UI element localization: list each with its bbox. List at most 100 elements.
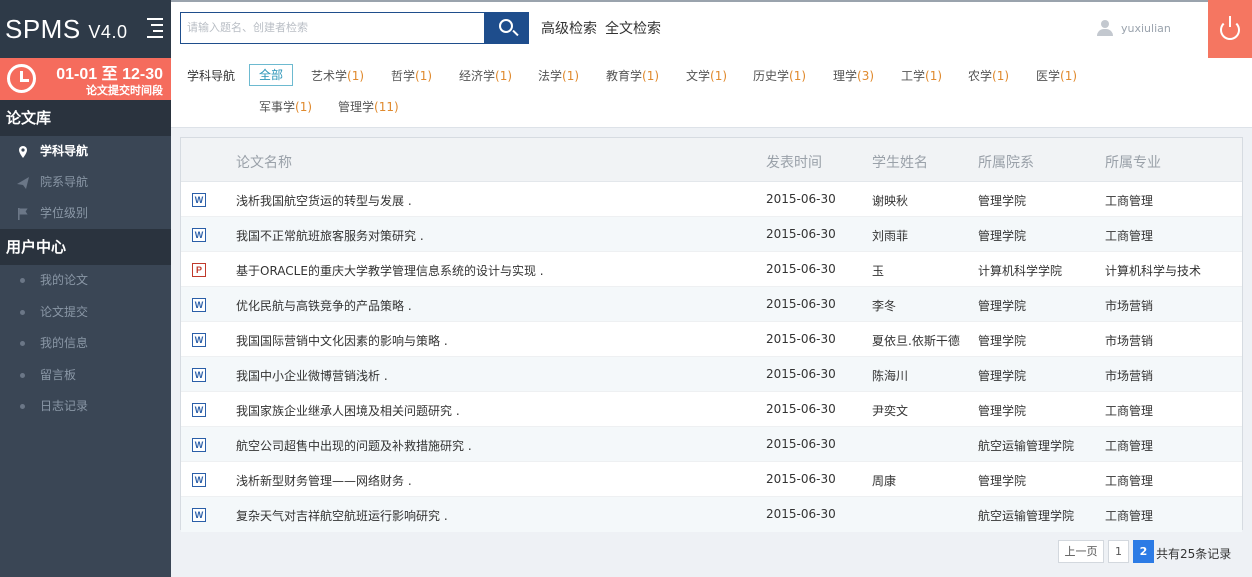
user-avatar-icon <box>1097 20 1113 36</box>
app-logo: SPMS V4.0 <box>5 14 128 44</box>
period-range: 01-01 至 12-30 <box>56 66 163 83</box>
table-row[interactable]: W 我国家族企业继承人困境及相关问题研究 . 2015-06-30 尹奕文 管理… <box>181 392 1242 427</box>
page-2-button[interactable]: 2 <box>1133 540 1154 563</box>
paper-title-link[interactable]: 我国不正常航班旅客服务对策研究 . <box>236 227 424 244</box>
username[interactable]: yuxiulian <box>1121 22 1171 35</box>
sidebar-item-label: 我的信息 <box>40 336 89 350</box>
advanced-search-link[interactable]: 高级检索 <box>541 18 597 38</box>
clock-icon <box>7 64 36 93</box>
department: 管理学院 <box>978 299 1027 313</box>
ppt-doc-icon: P <box>192 263 206 277</box>
filter-subject[interactable]: 文学(1) <box>686 67 727 84</box>
period-label: 论文提交时间段 <box>86 84 163 97</box>
column-header-title[interactable]: 论文名称 <box>236 152 292 172</box>
major: 市场营销 <box>1105 299 1154 313</box>
sidebar-item-my-papers[interactable]: 我的论文 <box>0 265 171 297</box>
major: 市场营销 <box>1105 334 1154 348</box>
student-name: 玉 <box>872 264 885 278</box>
paper-date: 2015-06-30 <box>766 192 836 206</box>
sidebar-item-label: 论文提交 <box>40 304 89 319</box>
filter-subject[interactable]: 经济学(1) <box>459 67 512 84</box>
total-records: 共有25条记录 <box>1156 547 1232 561</box>
table-header: 论文名称 发表时间 学生姓名 所属院系 所属专业 <box>181 138 1242 182</box>
sidebar-item-submit-paper[interactable]: 论文提交 <box>0 297 171 329</box>
page-1-button[interactable]: 1 <box>1108 540 1129 563</box>
paper-date: 2015-06-30 <box>766 297 836 311</box>
bullet-icon <box>20 309 25 315</box>
table-row[interactable]: W 我国中小企业微博营销浅析 . 2015-06-30 陈海川 管理学院 市场营… <box>181 357 1242 392</box>
department: 计算机科学学院 <box>978 264 1063 278</box>
subject-filter: 学科导航 全部 艺术学(1) 哲学(1) 经济学(1) 法学(1) 教育学(1)… <box>171 58 1252 128</box>
prev-page-button[interactable]: 上一页 <box>1058 540 1104 563</box>
major: 工商管理 <box>1105 194 1154 208</box>
section-library: 论文库 <box>0 100 171 136</box>
search-input[interactable]: 请输入题名、创建者检索 <box>180 12 485 44</box>
word-doc-icon: W <box>192 438 206 452</box>
filter-subject[interactable]: 法学(1) <box>538 67 579 84</box>
sidebar-item-dept-nav[interactable]: 院系导航 <box>0 167 171 198</box>
paper-title-link[interactable]: 我国中小企业微博营销浅析 . <box>236 367 388 384</box>
table-row[interactable]: W 浅析新型财务管理——网络财务 . 2015-06-30 周康 管理学院 工商… <box>181 462 1242 497</box>
sidebar-item-subject-nav[interactable]: 学科导航 <box>0 136 171 167</box>
filter-all-chip[interactable]: 全部 <box>249 64 293 86</box>
fulltext-search-link[interactable]: 全文检索 <box>605 18 661 38</box>
filter-subject[interactable]: 教育学(1) <box>606 67 659 84</box>
paper-title-link[interactable]: 复杂天气对吉祥航空航班运行影响研究 . <box>236 507 448 524</box>
paper-date: 2015-06-30 <box>766 437 836 451</box>
filter-subject[interactable]: 农学(1) <box>968 67 1009 84</box>
student-name: 李冬 <box>872 299 897 313</box>
paper-title-link[interactable]: 我国国际营销中文化因素的影响与策略 . <box>236 332 448 349</box>
major: 工商管理 <box>1105 404 1154 418</box>
sidebar-item-log-records[interactable]: 日志记录 <box>0 391 171 423</box>
table-row[interactable]: W 复杂天气对吉祥航空航班运行影响研究 . 2015-06-30 航空运输管理学… <box>181 497 1242 532</box>
submission-period: 01-01 至 12-30 论文提交时间段 <box>0 58 171 100</box>
column-header-student[interactable]: 学生姓名 <box>872 152 928 172</box>
student-name: 陈海川 <box>872 369 909 383</box>
sidebar-item-degree-level[interactable]: 学位级别 <box>0 198 171 229</box>
department: 管理学院 <box>978 334 1027 348</box>
sidebar: SPMS V4.0 01-01 至 12-30 论文提交时间段 论文库 学科导航… <box>0 0 171 577</box>
major: 计算机科学与技术 <box>1105 264 1202 278</box>
table-row[interactable]: W 我国国际营销中文化因素的影响与策略 . 2015-06-30 夏依旦.依斯干… <box>181 322 1242 357</box>
search-icon <box>499 19 513 33</box>
table-row[interactable]: W 航空公司超售中出现的问题及补救措施研究 . 2015-06-30 航空运输管… <box>181 427 1242 462</box>
paper-title-link[interactable]: 我国家族企业继承人困境及相关问题研究 . <box>236 402 460 419</box>
department: 航空运输管理学院 <box>978 509 1075 523</box>
column-header-major[interactable]: 所属专业 <box>1105 152 1161 172</box>
search-button[interactable] <box>485 12 529 44</box>
paper-title-link[interactable]: 优化民航与高铁竞争的产品策略 . <box>236 297 412 314</box>
paper-title-link[interactable]: 基于ORACLE的重庆大学教学管理信息系统的设计与实现 . <box>236 262 544 279</box>
bullet-icon <box>20 372 25 378</box>
sidebar-item-label: 留言板 <box>40 367 77 382</box>
topbar: 请输入题名、创建者检索 高级检索 全文检索 yuxiulian <box>171 0 1252 60</box>
bullet-icon <box>20 278 25 283</box>
paper-date: 2015-06-30 <box>766 472 836 486</box>
table-row[interactable]: W 优化民航与高铁竞争的产品策略 . 2015-06-30 李冬 管理学院 市场… <box>181 287 1242 322</box>
filter-subject[interactable]: 哲学(1) <box>391 67 432 84</box>
sidebar-item-label: 我的论文 <box>40 273 89 287</box>
filter-subject[interactable]: 军事学(1) <box>259 98 312 115</box>
column-header-dept[interactable]: 所属院系 <box>978 152 1034 172</box>
filter-subject[interactable]: 理学(3) <box>833 67 874 84</box>
paper-title-link[interactable]: 浅析我国航空货运的转型与发展 . <box>236 192 412 209</box>
table-row[interactable]: P 基于ORACLE的重庆大学教学管理信息系统的设计与实现 . 2015-06-… <box>181 252 1242 287</box>
sidebar-item-my-info[interactable]: 我的信息 <box>0 328 171 360</box>
filter-subject[interactable]: 艺术学(1) <box>311 67 364 84</box>
brand: SPMS V4.0 <box>0 0 171 58</box>
paper-title-link[interactable]: 航空公司超售中出现的问题及补救措施研究 . <box>236 437 472 454</box>
sidebar-item-message-board[interactable]: 留言板 <box>0 360 171 392</box>
word-doc-icon: W <box>192 193 206 207</box>
filter-subject[interactable]: 历史学(1) <box>753 67 806 84</box>
logout-button[interactable] <box>1208 0 1252 60</box>
table-row[interactable]: W 我国不正常航班旅客服务对策研究 . 2015-06-30 刘雨菲 管理学院 … <box>181 217 1242 252</box>
paper-title-link[interactable]: 浅析新型财务管理——网络财务 . <box>236 472 412 489</box>
student-name: 刘雨菲 <box>872 229 909 243</box>
filter-subject[interactable]: 管理学(11) <box>338 98 399 115</box>
filter-subject[interactable]: 工学(1) <box>901 67 942 84</box>
sidebar-item-label: 院系导航 <box>40 175 89 189</box>
paper-date: 2015-06-30 <box>766 332 836 346</box>
table-row[interactable]: W 浅析我国航空货运的转型与发展 . 2015-06-30 谢映秋 管理学院 工… <box>181 182 1242 217</box>
menu-toggle-icon[interactable] <box>147 18 163 38</box>
column-header-date[interactable]: 发表时间 <box>766 152 822 172</box>
filter-subject[interactable]: 医学(1) <box>1036 67 1077 84</box>
